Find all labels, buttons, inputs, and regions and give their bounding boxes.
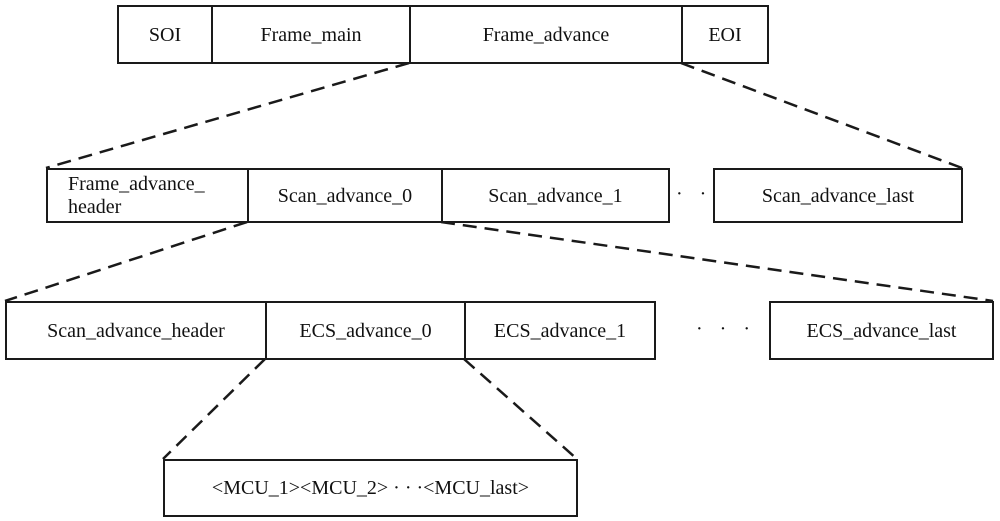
connector-frame-advance-left	[45, 61, 410, 170]
segment-frame-advance-label: Frame_advance	[482, 23, 610, 46]
segment-frame-main: Frame_main	[211, 5, 411, 64]
segment-ecs-advance-0-label: ECS_advance_0	[299, 319, 432, 342]
segment-ecs-advance-1-label: ECS_advance_1	[493, 319, 627, 342]
segment-frame-advance-header-label: Frame_advance_ header	[68, 172, 205, 218]
segment-scan-advance-0-label: Scan_advance_0	[277, 184, 413, 207]
segment-eoi-label: EOI	[708, 23, 742, 46]
mcu-sequence-label: <MCU_1><MCU_2> · · ·<MCU_last>	[211, 477, 530, 499]
segment-scan-advance-last-label: Scan_advance_last	[761, 184, 915, 207]
level3-ellipsis: · · ·	[696, 318, 756, 340]
connector-scan-advance-0-right	[440, 220, 994, 303]
segment-scan-advance-1: Scan_advance_1	[441, 168, 670, 223]
connector-ecs-advance-0-left	[162, 358, 266, 460]
segment-ecs-advance-last: ECS_advance_last	[769, 301, 994, 360]
segment-soi-label: SOI	[148, 23, 182, 46]
connector-ecs-advance-0-right	[463, 358, 578, 460]
segment-ecs-advance-0: ECS_advance_0	[267, 301, 466, 360]
connector-lines	[4, 61, 994, 460]
segment-scan-advance-0: Scan_advance_0	[249, 168, 443, 223]
segment-soi: SOI	[117, 5, 213, 64]
segment-scan-advance-last: Scan_advance_last	[713, 168, 963, 223]
segment-ecs-advance-1: ECS_advance_1	[466, 301, 656, 360]
segment-frame-main-label: Frame_main	[260, 23, 362, 46]
mcu-sequence-box: <MCU_1><MCU_2> · · ·<MCU_last>	[163, 459, 578, 517]
connector-frame-advance-right	[680, 61, 963, 170]
segment-scan-advance-1-label: Scan_advance_1	[488, 184, 623, 207]
segment-frame-advance: Frame_advance	[411, 5, 683, 64]
segment-eoi: EOI	[681, 5, 769, 64]
connector-scan-advance-0-left	[4, 220, 248, 303]
segment-scan-advance-header: Scan_advance_header	[5, 301, 267, 360]
segment-scan-advance-header-label: Scan_advance_header	[47, 319, 225, 342]
segment-frame-advance-header: Frame_advance_ header	[46, 168, 249, 223]
segment-ecs-advance-last-label: ECS_advance_last	[806, 319, 957, 342]
